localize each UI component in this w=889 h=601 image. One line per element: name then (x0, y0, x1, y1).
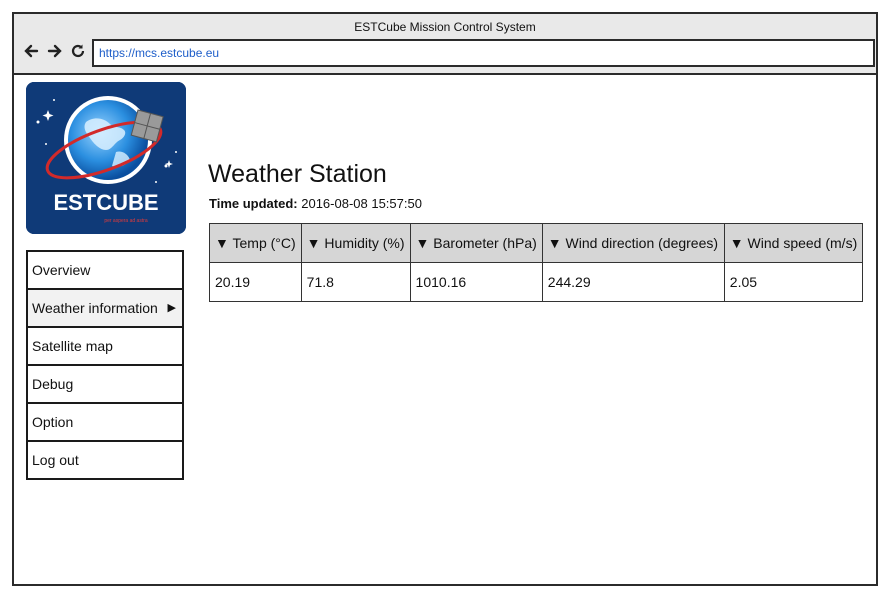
column-header-temp[interactable]: ▼ Temp (°C) (209, 223, 302, 263)
menu-item-satellite-map[interactable]: Satellite map (26, 328, 184, 366)
column-header-humidity[interactable]: ▼ Humidity (%) (300, 223, 411, 263)
browser-window: ESTCube Mission Control System https://m… (12, 12, 878, 586)
weather-table: ▼ Temp (°C) ▼ Humidity (%) ▼ Barometer (… (209, 223, 864, 302)
menu-item-weather-information[interactable]: Weather information ▶ (26, 290, 184, 328)
menu-item-label: Satellite map (32, 338, 113, 354)
time-updated-value: 2016-08-08 15:57:50 (301, 196, 422, 211)
cell-humidity: 71.8 (300, 262, 411, 302)
time-updated: Time updated: 2016-08-08 15:57:50 (209, 196, 422, 211)
page-title: Weather Station (208, 160, 387, 188)
cell-temp: 20.19 (209, 262, 302, 302)
address-bar[interactable]: https://mcs.estcube.eu (92, 39, 875, 67)
column-header-wind-direction[interactable]: ▼ Wind direction (degrees) (541, 223, 725, 263)
menu-item-label: Weather information (32, 300, 158, 316)
browser-toolbar: ESTCube Mission Control System https://m… (14, 14, 876, 75)
table-header-row: ▼ Temp (°C) ▼ Humidity (%) ▼ Barometer (… (209, 223, 864, 263)
menu-item-overview[interactable]: Overview (26, 250, 184, 290)
time-updated-label: Time updated: (209, 196, 298, 211)
menu-item-label: Debug (32, 376, 74, 392)
sort-down-icon: ▼ (415, 235, 430, 251)
cell-wind-direction: 244.29 (541, 262, 725, 302)
menu-item-option[interactable]: Option (26, 404, 184, 442)
back-arrow-icon[interactable] (22, 42, 40, 60)
svg-text:per aspera ad astra: per aspera ad astra (104, 218, 148, 224)
menu-item-log-out[interactable]: Log out (26, 442, 184, 480)
svg-text:ESTCUBE: ESTCUBE (53, 190, 158, 215)
cell-barometer: 1010.16 (409, 262, 543, 302)
triangle-right-icon: ▶ (167, 302, 176, 314)
sidebar-menu: Overview Weather information ▶ Satellite… (26, 250, 184, 480)
reload-icon[interactable] (69, 42, 87, 60)
sort-down-icon: ▼ (729, 235, 744, 251)
sort-down-icon: ▼ (306, 235, 321, 251)
menu-item-label: Overview (32, 262, 91, 278)
forward-arrow-icon[interactable] (46, 42, 64, 60)
cell-wind-speed: 2.05 (723, 262, 864, 302)
estcube-logo: ESTCUBE per aspera ad astra (26, 82, 186, 234)
table-row: 20.19 71.8 1010.16 244.29 2.05 (209, 262, 864, 302)
menu-item-label: Option (32, 414, 74, 430)
menu-item-label: Log out (32, 452, 79, 468)
sort-down-icon: ▼ (215, 235, 229, 251)
sort-down-icon: ▼ (547, 235, 562, 251)
menu-item-debug[interactable]: Debug (26, 366, 184, 404)
window-title: ESTCube Mission Control System (354, 20, 536, 34)
column-header-wind-speed[interactable]: ▼ Wind speed (m/s) (723, 223, 864, 263)
column-header-barometer[interactable]: ▼ Barometer (hPa) (409, 223, 543, 263)
